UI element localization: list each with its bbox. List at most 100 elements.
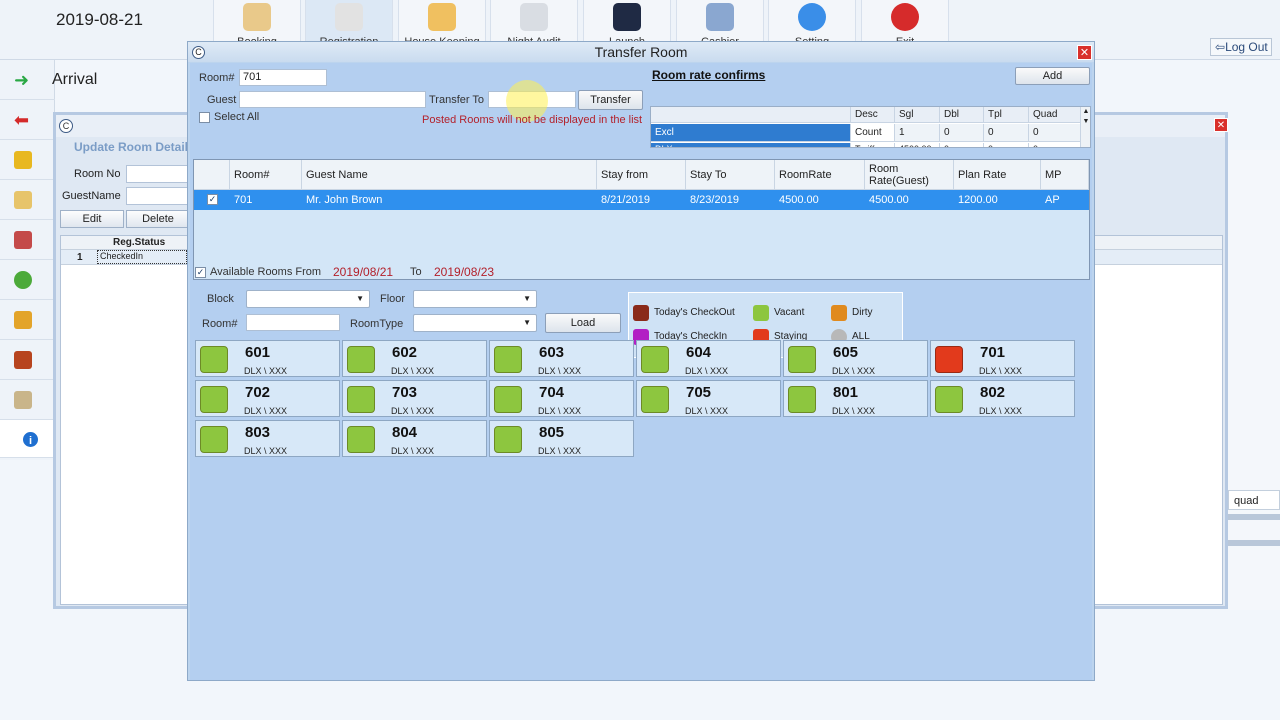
grid-cell[interactable]: 4500.00 (775, 190, 819, 210)
room-tile[interactable]: 801 DLX \ XXX (783, 380, 928, 417)
rate-scrollbar[interactable]: ▲ ▼ (1080, 107, 1090, 147)
row-select-checkbox[interactable]: ✓ (207, 194, 218, 205)
sidebar-item[interactable] (0, 260, 55, 300)
sidebar-item[interactable] (0, 140, 55, 180)
room-number: 604 (686, 344, 712, 361)
transfer-room-titlebar: Transfer Room (188, 42, 1094, 62)
booking-icon (243, 3, 271, 31)
launch-icon (613, 3, 641, 31)
room-vacant-icon (200, 346, 228, 373)
room-filter-input[interactable] (246, 314, 340, 331)
grid-cell[interactable]: AP (1041, 190, 1060, 210)
rate-cell[interactable]: 0 (940, 124, 984, 142)
grid-header-guest-name: Guest Name (302, 160, 597, 190)
document-icon (14, 391, 32, 409)
room-tile[interactable]: 601 DLX \ XXX (195, 340, 340, 377)
sidebar-item[interactable] (0, 220, 55, 260)
floor-label: Floor (380, 293, 406, 305)
room-no-input[interactable] (126, 165, 196, 183)
close-icon[interactable]: ✕ (1077, 45, 1092, 60)
chevron-down-icon: ▼ (523, 318, 531, 327)
sidebar-item[interactable] (0, 300, 55, 340)
folder-icon (14, 151, 32, 169)
grid-cell[interactable]: 701 (230, 190, 252, 210)
room-filter-label: Room# (202, 318, 238, 330)
grid-cell[interactable]: 4500.00 (865, 190, 909, 210)
room-rate-grid: DescSglDblTplQuadExclCount1000DLXTariff4… (650, 106, 1091, 148)
chevron-down-icon: ▼ (356, 294, 364, 303)
room-tile[interactable]: 605 DLX \ XXX (783, 340, 928, 377)
sidebar-item[interactable] (0, 180, 55, 220)
rate-cell[interactable]: 0 (940, 143, 984, 147)
room-tile[interactable]: 604 DLX \ XXX (636, 340, 781, 377)
room-tile[interactable]: 701 DLX \ XXX (930, 340, 1075, 377)
block-select[interactable]: ▼ (246, 290, 370, 308)
edit-button[interactable]: Edit (60, 210, 124, 228)
sidebar-item[interactable]: ➜ (0, 60, 55, 100)
room-type: DLX \ XXX (244, 406, 288, 416)
sidebar-item[interactable] (0, 340, 55, 380)
setting-icon (798, 3, 826, 31)
room-tile[interactable]: 705 DLX \ XXX (636, 380, 781, 417)
room-tile[interactable]: 805 DLX \ XXX (489, 420, 634, 457)
grid-cell[interactable]: 8/23/2019 (686, 190, 739, 210)
rate-cell[interactable]: 1 (895, 124, 940, 142)
grid-cell[interactable]: Mr. John Brown (302, 190, 382, 210)
room-tile[interactable]: 802 DLX \ XXX (930, 380, 1075, 417)
rate-cell[interactable]: Count (851, 124, 895, 142)
roomtype-select[interactable]: ▼ (413, 314, 537, 332)
room-tile[interactable]: 703 DLX \ XXX (342, 380, 487, 417)
room-tile[interactable]: 704 DLX \ XXX (489, 380, 634, 417)
available-rooms-checkbox[interactable]: ✓ (195, 267, 206, 278)
guest-name-input[interactable] (126, 187, 196, 205)
room-vacant-icon (935, 386, 963, 413)
rate-row-name[interactable]: Excl (651, 124, 851, 142)
close-icon[interactable]: ✕ (1214, 118, 1228, 132)
to-date[interactable]: 2019/08/23 (434, 265, 494, 279)
sidebar-item[interactable]: i (0, 420, 55, 458)
select-all-checkbox[interactable] (199, 112, 210, 123)
room-tile[interactable]: 603 DLX \ XXX (489, 340, 634, 377)
rate-header-blank (651, 107, 851, 123)
grid-cell[interactable]: 8/21/2019 (597, 190, 650, 210)
room-vacant-icon (788, 346, 816, 373)
add-button[interactable]: Add (1015, 67, 1090, 85)
room-input[interactable]: 701 (239, 69, 327, 86)
available-rooms-label: Available Rooms From (210, 266, 322, 278)
room-number: 605 (833, 344, 859, 361)
info-icon: i (23, 432, 38, 447)
grid-header-room-: Room# (230, 160, 302, 190)
delete-button[interactable]: Delete (126, 210, 190, 228)
night-audit-icon (520, 3, 548, 31)
room-number: 702 (245, 384, 271, 401)
room-tile[interactable]: 804 DLX \ XXX (342, 420, 487, 457)
quad-field[interactable]: quad (1228, 490, 1280, 510)
logout-button[interactable]: ⇦Log Out (1210, 38, 1272, 56)
rate-row-name[interactable]: DLX (651, 143, 851, 147)
dirty-icon (831, 305, 847, 321)
sidebar-item[interactable]: ⬅ (0, 100, 55, 140)
rate-cell[interactable]: 4500.00 (895, 143, 940, 147)
sidebar-item[interactable] (0, 380, 55, 420)
load-button[interactable]: Load (545, 313, 621, 333)
room-tile[interactable]: 702 DLX \ XXX (195, 380, 340, 417)
rate-cell[interactable]: 0 (984, 124, 1029, 142)
chevron-down-icon: ▼ (523, 294, 531, 303)
rate-cell[interactable]: Tariff (851, 143, 895, 147)
room-number: 703 (392, 384, 418, 401)
rate-header-tpl: Tpl (984, 107, 1029, 123)
floor-select[interactable]: ▼ (413, 290, 537, 308)
to-label: To (410, 266, 422, 278)
room-type: DLX \ XXX (685, 406, 729, 416)
rate-cell[interactable]: 0 (984, 143, 1029, 147)
room-tile[interactable]: 602 DLX \ XXX (342, 340, 487, 377)
guest-input[interactable] (239, 91, 426, 108)
sidebar-item-arrival-label[interactable]: Arrival (52, 71, 97, 89)
room-tile[interactable]: 803 DLX \ XXX (195, 420, 340, 457)
from-date[interactable]: 2019/08/21 (333, 265, 393, 279)
vacant-swatch (753, 305, 769, 321)
room-type: DLX \ XXX (244, 446, 288, 456)
room-staying-icon (935, 346, 963, 373)
transfer-button[interactable]: Transfer (578, 90, 643, 110)
grid-cell[interactable]: 1200.00 (954, 190, 998, 210)
